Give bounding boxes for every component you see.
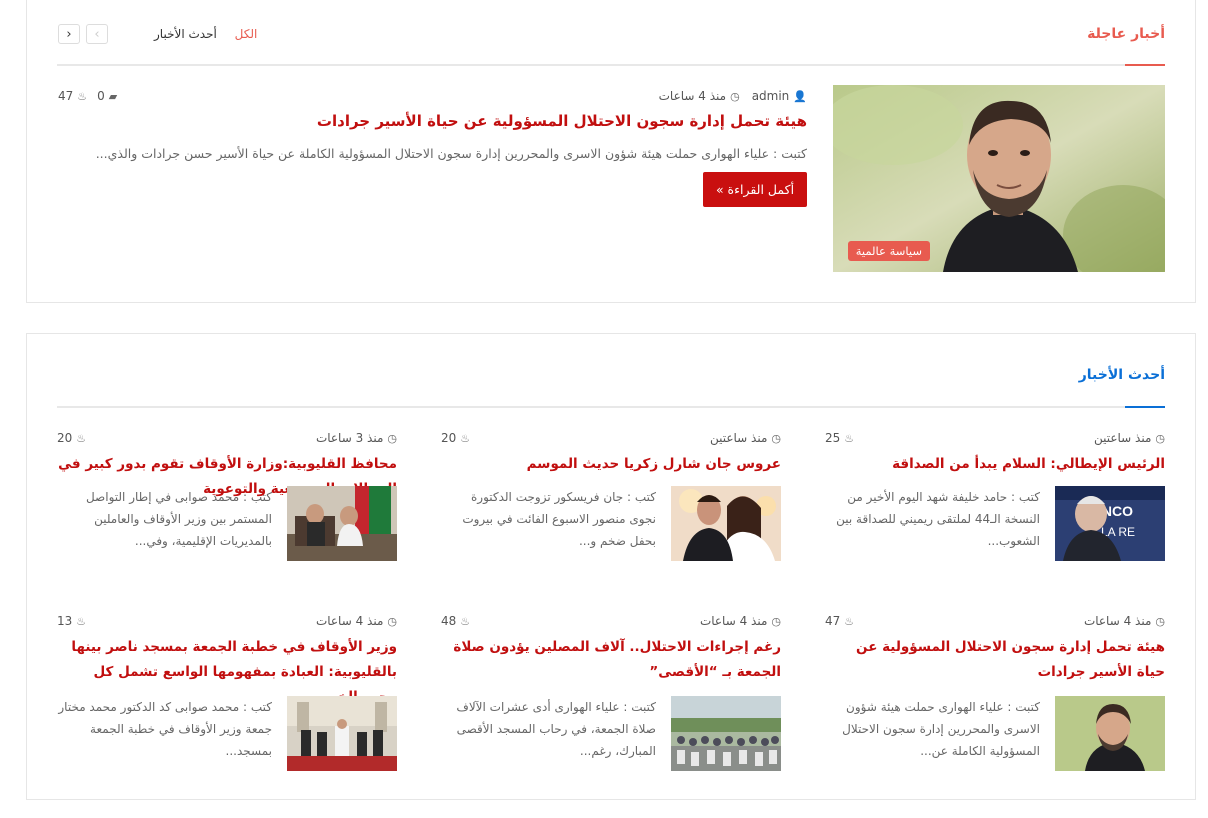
next-page-button[interactable]: ›	[58, 24, 80, 44]
views-count: 13	[57, 614, 73, 628]
post-thumbnail[interactable]	[1055, 696, 1165, 771]
comment-icon: ▰	[108, 89, 118, 103]
post-time: منذ ساعتين	[709, 431, 768, 445]
block-divider	[57, 406, 1165, 408]
post-excerpt: كتبت : علياء الهوارى حملت هيئة شؤون الاس…	[842, 700, 1040, 758]
latest-post-card: ◷ منذ 3 ساعات ♨ 20 محافظ القليوبية:وزارة الأ…	[57, 427, 397, 597]
latest-news-block: أحدث الأخبار ◷ منذ ساعتين ♨ 25 الرئيس الإيطا…	[26, 333, 1196, 800]
fire-icon: ♨	[460, 614, 471, 628]
block-divider	[57, 64, 1165, 66]
latest-post-card: ◷ منذ 4 ساعات ♨ 48 رغم إجراءات الاحتلال.. آل…	[441, 610, 781, 780]
fire-icon: ♨	[844, 614, 855, 628]
clock-icon: ◷	[771, 614, 781, 628]
post-author[interactable]: admin	[752, 89, 790, 103]
post-stats: ♨ 47	[825, 614, 854, 628]
fire-icon: ♨	[460, 431, 471, 445]
post-excerpt: كتب : جان فريسكور تزوجت الدكتورة نجوى من…	[462, 490, 656, 548]
category-badge[interactable]: سياسة عالمية	[847, 241, 930, 261]
block-tabs: الكل أحدث الأخبار	[140, 27, 257, 41]
user-icon: 👤	[793, 89, 807, 103]
divider-accent	[1125, 64, 1165, 66]
post-title[interactable]: عروس جان شارل زكريا حديث الموسم	[441, 452, 781, 477]
post-time: منذ 4 ساعات	[699, 614, 768, 628]
clock-icon: ◷	[730, 89, 740, 103]
read-more-button[interactable]: أكمل القراءة »	[703, 172, 807, 207]
post-meta: ◷ منذ 4 ساعات	[700, 614, 781, 628]
post-excerpt: كتب : محمد صوابى في إطار التواصل المستمر…	[85, 490, 272, 548]
clock-icon: ◷	[387, 614, 397, 628]
post-stats: ♨ 48	[441, 614, 470, 628]
post-meta: ◷ منذ 4 ساعات	[1084, 614, 1165, 628]
post-time: منذ ساعتين	[1093, 431, 1152, 445]
clock-icon: ◷	[771, 431, 781, 445]
post-stats: ♨ 13	[57, 614, 86, 628]
post-excerpt: كتبت : علياء الهوارى أدى عشرات الآلاف صل…	[456, 700, 656, 758]
latest-post-card: ◷ منذ ساعتين ♨ 25 الرئيس الإيطالي: السلام يب…	[825, 427, 1165, 597]
block-title: أحدث الأخبار	[1078, 367, 1165, 383]
post-title[interactable]: رغم إجراءات الاحتلال.. آلاف المصلين يؤدو…	[441, 635, 781, 685]
post-excerpt: كتبت : علياء الهوارى حملت هيئة شؤون الاس…	[95, 146, 807, 161]
prev-page-button[interactable]: ‹	[86, 24, 108, 44]
post-meta: ◷ منذ ساعتين	[710, 431, 781, 445]
post-excerpt: كتب : محمد صوابى كد الدكتور محمد مختار ج…	[58, 700, 272, 758]
fire-icon: ♨	[76, 431, 87, 445]
tab-latest[interactable]: أحدث الأخبار	[154, 27, 217, 41]
views-count: 47	[825, 614, 841, 628]
views-count: 48	[441, 614, 457, 628]
tab-all[interactable]: الكل	[235, 27, 258, 41]
post-time: منذ 4 ساعات	[315, 614, 384, 628]
post-stats: ♨ 20	[57, 431, 86, 445]
comments-count[interactable]: 0	[97, 89, 105, 103]
post-thumbnail[interactable]	[287, 486, 397, 561]
post-stats: ♨ 20	[441, 431, 470, 445]
fire-icon: ♨	[77, 89, 88, 103]
post-excerpt: كتب : حامد خليفة شهد اليوم الأخير من الن…	[836, 490, 1040, 548]
post-time: منذ 4 ساعات	[1083, 614, 1152, 628]
breaking-news-block: أخبار عاجلة الكل أحدث الأخبار › ‹ سياسة …	[26, 0, 1196, 303]
divider-accent	[1125, 406, 1165, 408]
post-meta: ◷ منذ ساعتين	[1094, 431, 1165, 445]
clock-icon: ◷	[1155, 431, 1165, 445]
post-meta: ◷ منذ 4 ساعات	[316, 614, 397, 628]
post-title[interactable]: هيئة تحمل إدارة سجون الاحتلال المسؤولية …	[57, 109, 807, 134]
post-time: منذ 4 ساعات	[658, 89, 727, 103]
pager: › ‹	[58, 24, 108, 44]
post-thumbnail[interactable]	[671, 486, 781, 561]
clock-icon: ◷	[387, 431, 397, 445]
post-stats: ♨ 25	[825, 431, 854, 445]
views-count: 20	[441, 431, 457, 445]
fire-icon: ♨	[844, 431, 855, 445]
post-thumbnail[interactable]: INCO LA RE	[1055, 486, 1165, 561]
latest-post-card: ◷ منذ 4 ساعات ♨ 13 وزير الأوقاف في خطبة الجم…	[57, 610, 397, 780]
post-stats: ▰ 0 ♨ 47	[58, 89, 117, 103]
fire-icon: ♨	[76, 614, 87, 628]
post-thumbnail[interactable]	[671, 696, 781, 771]
block-title: أخبار عاجلة	[1087, 26, 1165, 42]
views-count: 25	[825, 431, 841, 445]
latest-post-card: ◷ منذ 4 ساعات ♨ 47 هيئة تحمل إدارة سجون الاح…	[825, 610, 1165, 780]
views-count: 20	[57, 431, 73, 445]
post-thumbnail[interactable]	[287, 696, 397, 771]
latest-post-card: ◷ منذ ساعتين ♨ 20 عروس جان شارل زكريا حديث ا…	[441, 427, 781, 597]
post-title[interactable]: هيئة تحمل إدارة سجون الاحتلال المسؤولية …	[825, 635, 1165, 685]
post-time: منذ 3 ساعات	[315, 431, 384, 445]
post-meta: 👤 admin ◷ منذ 4 ساعات	[659, 89, 807, 103]
post-title[interactable]: الرئيس الإيطالي: السلام يبدأ من الصداقة	[825, 452, 1165, 477]
post-meta: ◷ منذ 3 ساعات	[316, 431, 397, 445]
clock-icon: ◷	[1155, 614, 1165, 628]
views-count: 47	[58, 89, 74, 103]
